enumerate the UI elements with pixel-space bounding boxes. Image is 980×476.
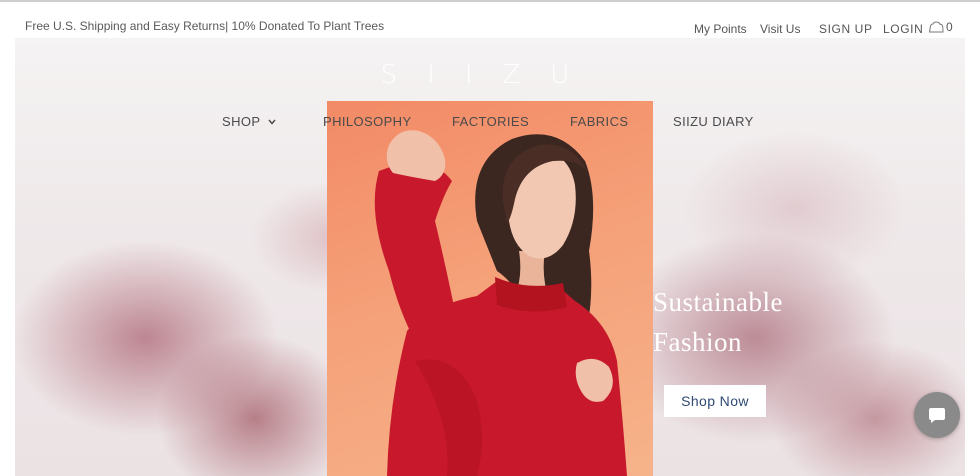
chat-bubble-icon xyxy=(929,408,945,423)
chevron-down-icon xyxy=(268,119,276,125)
headline-line-2: Fashion xyxy=(653,327,743,357)
nav-fabrics[interactable]: FABRICS xyxy=(570,114,628,129)
nav-siizu-diary[interactable]: SIIZU DIARY xyxy=(673,114,754,129)
nav-shop[interactable]: SHOP xyxy=(222,114,276,129)
visit-us-link[interactable]: Visit Us xyxy=(760,22,800,36)
sign-up-link[interactable]: SIGN UP xyxy=(819,22,873,36)
hero-banner: SIIZU SHOP PHILOSOPHY FACTORIES FABRICS … xyxy=(15,38,965,476)
hero-headline: Sustainable Fashion xyxy=(653,282,853,362)
cart-link[interactable]: 0 xyxy=(928,20,953,34)
brand-logo[interactable]: SIIZU xyxy=(15,60,965,90)
cart-count: 0 xyxy=(946,20,953,34)
headline-line-1: Sustainable xyxy=(653,287,783,317)
top-bar: Free U.S. Shipping and Easy Returns| 10%… xyxy=(0,2,980,38)
cart-icon xyxy=(928,21,944,33)
nav-philosophy[interactable]: PHILOSOPHY xyxy=(323,114,412,129)
model-illustration xyxy=(374,130,627,476)
nav-shop-label: SHOP xyxy=(222,114,261,129)
nav-factories[interactable]: FACTORIES xyxy=(452,114,529,129)
chat-widget-button[interactable] xyxy=(914,392,960,438)
login-link[interactable]: LOGIN xyxy=(883,22,923,36)
hero-model-photo xyxy=(327,101,653,476)
shop-now-button[interactable]: Shop Now xyxy=(664,385,766,417)
promo-text: Free U.S. Shipping and Easy Returns| 10%… xyxy=(25,19,385,33)
my-points-link[interactable]: My Points xyxy=(694,22,747,36)
